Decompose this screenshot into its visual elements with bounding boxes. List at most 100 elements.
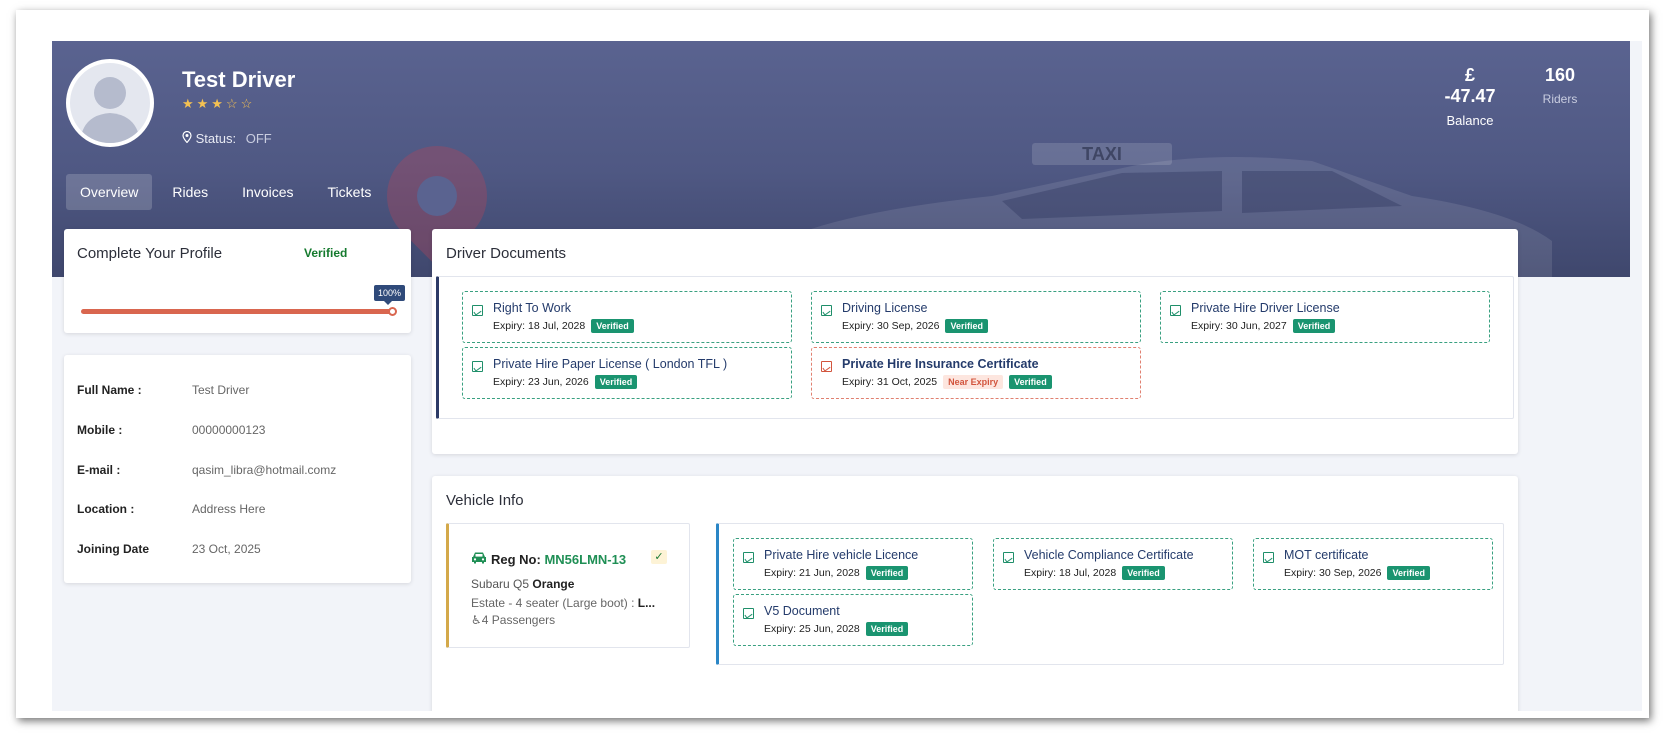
document-name: MOT certificate (1284, 548, 1369, 562)
vehicle-info-title: Vehicle Info (446, 492, 524, 509)
driver-documents-list: Right To Work Expiry: 18 Jul, 2028 Verifi… (436, 276, 1514, 419)
balance-stat: £ -47.47 Balance (1430, 65, 1510, 128)
vehicle-type-line: Estate - 4 seater (Large boot) : L... (471, 596, 655, 610)
driver-documents-title: Driver Documents (446, 245, 567, 262)
image-file-icon (821, 305, 832, 316)
document-expiry: Expiry: 25 Jun, 2028 (764, 623, 860, 635)
document-expiry: Expiry: 30 Sep, 2026 (1284, 567, 1382, 579)
riders-stat: 160 Riders (1530, 65, 1590, 106)
complete-profile-card: Complete Your Profile Verified 100% (64, 229, 411, 333)
document-expiry: Expiry: 30 Jun, 2027 (1191, 320, 1287, 332)
detail-label: Location : (77, 502, 135, 516)
accessible-icon: ♿︎ (471, 613, 482, 627)
verified-badge: Verified (591, 319, 634, 333)
document-name: Private Hire vehicle Licence (764, 548, 919, 562)
driver-name: Test Driver (182, 67, 296, 92)
vehicle-color: Orange (532, 577, 575, 591)
vehicle-passengers-line: ♿︎4 Passengers (471, 613, 555, 627)
progress-badge: 100% (374, 285, 406, 305)
location-pin-icon (182, 130, 196, 146)
verified-badge: Verified (1292, 319, 1336, 333)
avatar[interactable] (66, 59, 154, 147)
reg-number: Reg No: MN56LMN-13 (491, 552, 626, 567)
document-private-hire-insurance-certificate[interactable]: Private Hire Insurance Certificate Expir… (811, 347, 1141, 399)
document-right-to-work[interactable]: Right To Work Expiry: 18 Jul, 2028 Verifi… (462, 291, 792, 343)
detail-value: Test Driver (192, 383, 250, 397)
document-private-hire-driver-license[interactable]: Private Hire Driver License Expiry: 30 J… (1160, 291, 1490, 343)
tab-invoices[interactable]: Invoices (228, 174, 307, 210)
vehicle-info-card: Vehicle Info Reg No: MN56LMN-13 ✓ Subaru… (432, 476, 1518, 711)
document-expiry-line: Expiry: 18 Jul, 2028 Verified (493, 319, 634, 333)
window-frame: TAXI Test Driver ★★★☆☆ Status: OFF Overv… (16, 10, 1649, 718)
document-mot-certificate[interactable]: MOT certificate Expiry: 30 Sep, 2026 Veri… (1253, 538, 1493, 590)
image-file-icon (472, 361, 483, 372)
detail-label: Joining Date (77, 542, 150, 556)
balance-label: Balance (1446, 113, 1494, 128)
status-value: OFF (245, 131, 272, 146)
rating-stars: ★★★☆☆ (182, 96, 256, 111)
status-line: Status: OFF (182, 130, 272, 146)
document-expiry-line: Expiry: 25 Jun, 2028 Verified (764, 622, 909, 636)
status-label: Status: (195, 131, 237, 146)
verified-badge: Verified (1387, 566, 1430, 580)
tab-overview[interactable]: Overview (66, 174, 153, 210)
user-silhouette-icon (80, 77, 140, 143)
profile-verified-status: Verified (304, 246, 348, 260)
detail-value: 23 Oct, 2025 (192, 542, 261, 556)
image-file-icon (472, 305, 483, 316)
vehicle-model-line: Subaru Q5 Orange (471, 577, 574, 591)
tab-bar: Overview Rides Invoices Tickets (66, 174, 385, 210)
balance-currency: £ (1464, 65, 1475, 85)
progress-handle (388, 307, 397, 316)
vehicle-model: Subaru Q5 (471, 577, 530, 591)
detail-label: Mobile : (77, 423, 123, 437)
verified-badge: Verified (945, 319, 988, 333)
image-file-icon (1003, 552, 1014, 563)
document-driving-license[interactable]: Driving License Expiry: 30 Sep, 2026 Veri… (811, 291, 1141, 343)
document-expiry: Expiry: 23 Jun, 2026 (493, 376, 589, 388)
car-icon (471, 551, 487, 569)
detail-value: Address Here (192, 502, 266, 516)
document-private-hire-paper-license[interactable]: Private Hire Paper License ( London TFL … (462, 347, 792, 399)
svg-text:TAXI: TAXI (1082, 144, 1122, 164)
document-expiry: Expiry: 18 Jul, 2028 (493, 320, 586, 332)
document-v5[interactable]: V5 Document Expiry: 25 Jun, 2028 Verified (733, 594, 973, 646)
document-expiry: Expiry: 31 Oct, 2025 (842, 376, 938, 388)
detail-value: qasim_libra@hotmail.comz (192, 463, 337, 477)
document-expiry-line: Expiry: 31 Oct, 2025 Near Expiry Verified (842, 375, 1052, 389)
vehicle-documents-list: Private Hire vehicle Licence Expiry: 21 … (716, 523, 1504, 665)
image-file-icon (743, 552, 754, 563)
document-name: Right To Work (493, 301, 572, 315)
image-file-icon (743, 608, 754, 619)
tab-tickets[interactable]: Tickets (314, 174, 386, 210)
document-name: V5 Document (764, 604, 840, 618)
detail-label: E-mail : (77, 463, 121, 477)
check-icon: ✓ (651, 550, 667, 564)
document-expiry: Expiry: 21 Jun, 2028 (764, 567, 860, 579)
document-expiry: Expiry: 18 Jul, 2028 (1024, 567, 1117, 579)
vehicle-passengers: 4 Passengers (481, 613, 556, 627)
document-name: Private Hire Driver License (1191, 301, 1340, 315)
verified-badge: Verified (1122, 566, 1165, 580)
image-file-icon (1263, 552, 1274, 563)
near-expiry-badge: Near Expiry (943, 375, 1004, 389)
document-name: Private Hire Paper License ( London TFL … (493, 357, 728, 371)
document-name: Driving License (842, 301, 928, 315)
document-name: Private Hire Insurance Certificate (842, 357, 1039, 371)
driver-profile-page: TAXI Test Driver ★★★☆☆ Status: OFF Overv… (52, 41, 1642, 711)
tab-rides[interactable]: Rides (158, 174, 222, 210)
document-expiry-line: Expiry: 30 Sep, 2026 Verified (1284, 566, 1430, 580)
vehicle-type: Estate - 4 seater (Large boot) : (471, 596, 635, 610)
document-private-hire-vehicle-licence[interactable]: Private Hire vehicle Licence Expiry: 21 … (733, 538, 973, 590)
verified-badge: Verified (1009, 375, 1052, 389)
balance-value: -47.47 (1444, 86, 1496, 106)
document-expiry-line: Expiry: 23 Jun, 2026 Verified (493, 375, 638, 389)
verified-badge: Verified (594, 375, 638, 389)
document-vehicle-compliance-certificate[interactable]: Vehicle Compliance Certificate Expiry: 1… (993, 538, 1233, 590)
image-file-icon (1170, 305, 1181, 316)
complete-profile-title: Complete Your Profile (77, 245, 223, 262)
reg-label: Reg No: (491, 552, 541, 567)
document-expiry-line: Expiry: 30 Jun, 2027 Verified (1191, 319, 1336, 333)
detail-label: Full Name : (77, 383, 142, 397)
riders-value: 160 (1544, 65, 1576, 85)
